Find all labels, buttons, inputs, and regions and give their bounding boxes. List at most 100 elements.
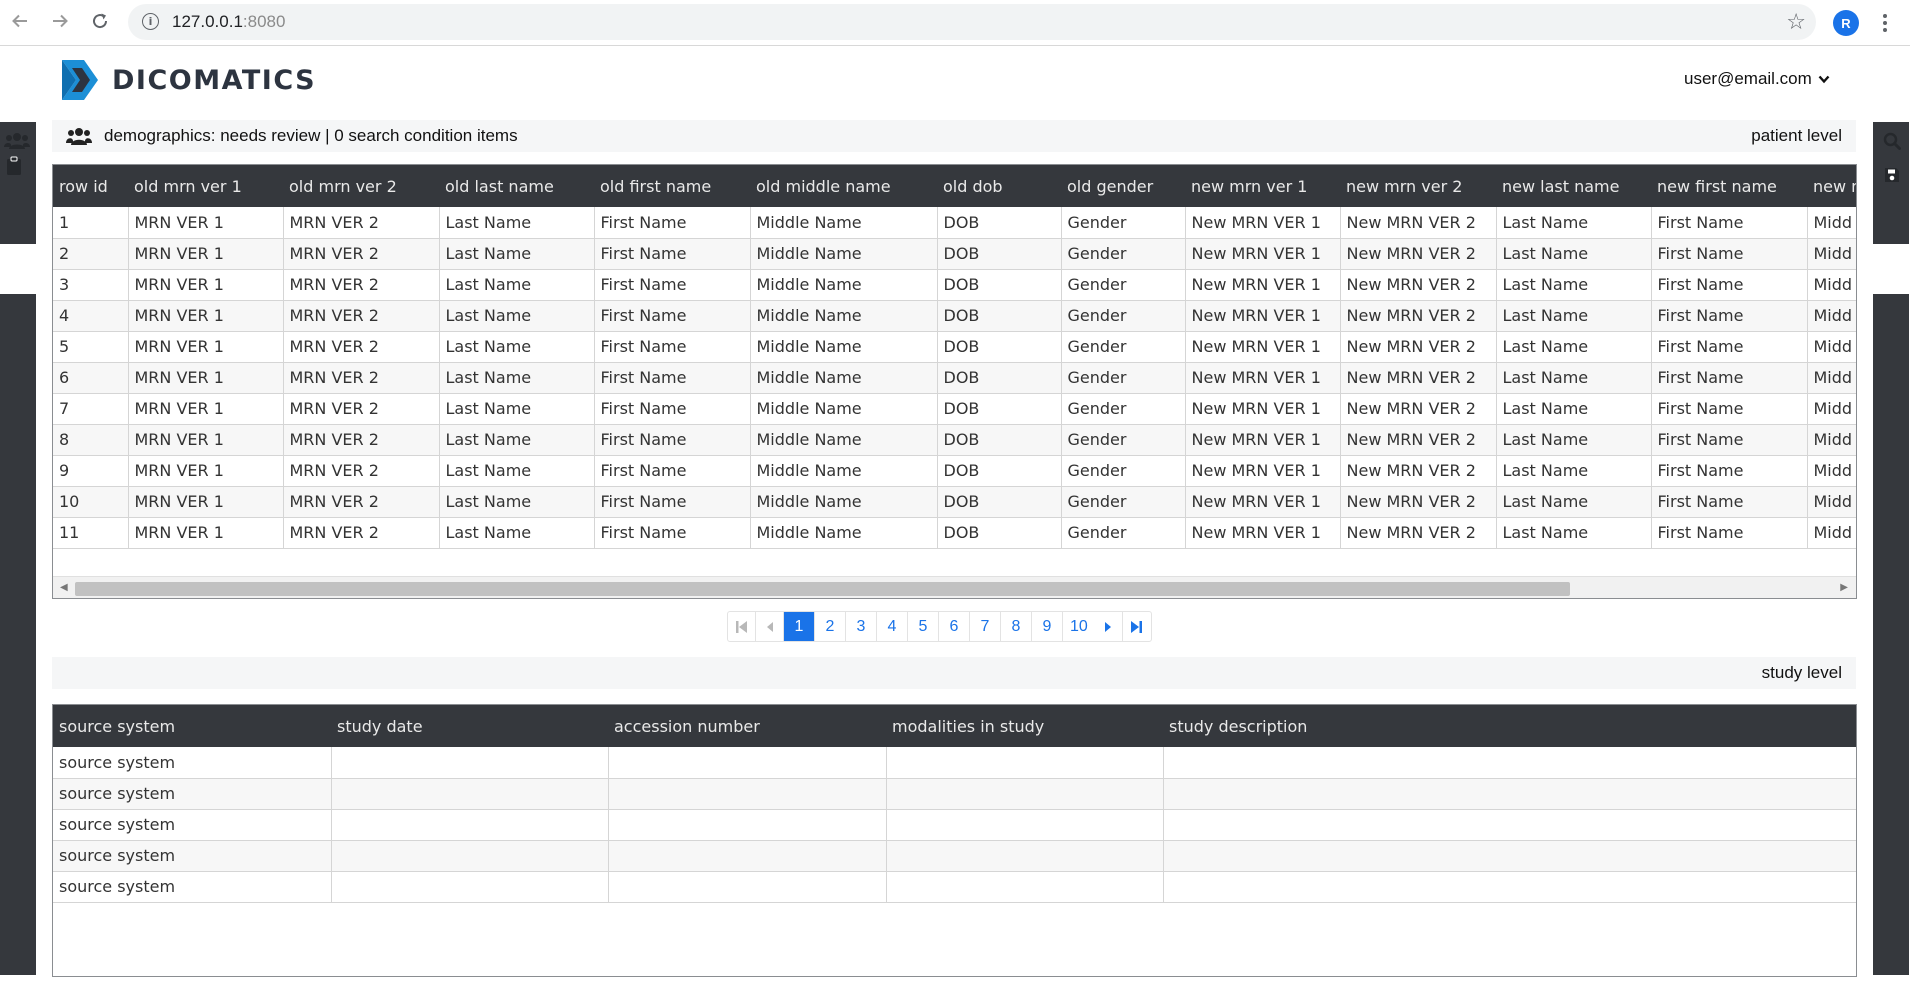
cell-new-last-name: Last Name <box>1496 517 1652 549</box>
clipboard-icon[interactable] <box>6 156 22 181</box>
page-button-3[interactable]: 3 <box>846 612 877 641</box>
site-info-icon[interactable]: i <box>142 13 159 30</box>
bookmark-star-icon[interactable]: ☆ <box>1786 9 1806 35</box>
column-header-old-last-name[interactable]: old last name <box>439 165 594 207</box>
cell-new-mrn-ver-1: New MRN VER 1 <box>1185 455 1341 487</box>
users-icon[interactable] <box>4 132 30 155</box>
scroll-left-icon[interactable]: ◀ <box>60 582 68 593</box>
column-header-new-mrn-ver-1[interactable]: new mrn ver 1 <box>1185 165 1340 207</box>
cell-new-m: Midd <box>1807 331 1856 363</box>
page-button-7[interactable]: 7 <box>970 612 1001 641</box>
cell-old-mrn-ver-2: MRN VER 2 <box>283 455 440 487</box>
cell-old-mrn-ver-1: MRN VER 1 <box>128 238 284 270</box>
table-row[interactable]: 9 MRN VER 1 MRN VER 2 Last Name First Name Mi… <box>53 455 1856 487</box>
cell-old-middle-name: Middle Name <box>750 300 938 332</box>
cell-modalities-in-study <box>886 871 1164 903</box>
cell-old-middle-name: Middle Name <box>750 207 938 239</box>
cell-old-first-name: First Name <box>594 300 751 332</box>
table-row[interactable]: 6 MRN VER 1 MRN VER 2 Last Name First Name Mi… <box>53 362 1856 394</box>
column-header-study-description[interactable]: study description <box>1163 705 1856 747</box>
page-button-8[interactable]: 8 <box>1001 612 1032 641</box>
cell-old-last-name: Last Name <box>439 393 595 425</box>
column-header-old-first-name[interactable]: old first name <box>594 165 750 207</box>
cell-new-m: Midd <box>1807 207 1856 239</box>
last-page-icon[interactable] <box>1123 612 1151 641</box>
save-icon[interactable] <box>1884 167 1900 188</box>
cell-old-mrn-ver-2: MRN VER 2 <box>283 393 440 425</box>
table-row[interactable]: 8 MRN VER 1 MRN VER 2 Last Name First Name Mi… <box>53 424 1856 456</box>
page-button-10[interactable]: 10 <box>1063 612 1095 641</box>
table-row[interactable]: source system <box>53 778 1856 810</box>
next-page-icon[interactable] <box>1095 612 1123 641</box>
column-header-accession-number[interactable]: accession number <box>608 705 886 747</box>
cell-old-middle-name: Middle Name <box>750 269 938 301</box>
cell-old-mrn-ver-1: MRN VER 1 <box>128 331 284 363</box>
horizontal-scrollbar[interactable]: ◀ ▶ <box>53 576 1856 598</box>
right-toolbar-top <box>1873 244 1910 294</box>
column-header-old-middle-name[interactable]: old middle name <box>750 165 937 207</box>
page-button-5[interactable]: 5 <box>908 612 939 641</box>
cell-new-mrn-ver-1: New MRN VER 1 <box>1185 300 1341 332</box>
cell-old-dob: DOB <box>937 300 1062 332</box>
table-row[interactable]: 1 MRN VER 1 MRN VER 2 Last Name First Name Mi… <box>53 207 1856 239</box>
user-menu[interactable]: user@email.com <box>1684 69 1830 89</box>
back-arrow-icon[interactable] <box>8 9 32 33</box>
app-logo[interactable]: DICOMATICS <box>58 58 316 102</box>
column-header-row-id[interactable]: row id <box>53 165 128 207</box>
table-row[interactable]: 5 MRN VER 1 MRN VER 2 Last Name First Name Mi… <box>53 331 1856 363</box>
patient-section-title: demographics: needs review | 0 search co… <box>104 126 518 145</box>
column-header-new-first-name[interactable]: new first name <box>1651 165 1807 207</box>
cell-new-mrn-ver-2: New MRN VER 2 <box>1340 269 1497 301</box>
cell-row-id: 2 <box>53 238 129 270</box>
page-button-9[interactable]: 9 <box>1032 612 1063 641</box>
table-row[interactable]: source system <box>53 840 1856 872</box>
cell-new-mrn-ver-2: New MRN VER 2 <box>1340 207 1497 239</box>
table-row[interactable]: 4 MRN VER 1 MRN VER 2 Last Name First Name Mi… <box>53 300 1856 332</box>
browser-menu-icon[interactable] <box>1878 8 1892 38</box>
page-button-2[interactable]: 2 <box>815 612 846 641</box>
address-bar[interactable]: i 127.0.0.1:8080 ☆ <box>128 4 1816 40</box>
cell-new-last-name: Last Name <box>1496 269 1652 301</box>
cell-old-mrn-ver-2: MRN VER 2 <box>283 207 440 239</box>
forward-arrow-icon[interactable] <box>48 9 72 33</box>
cell-new-last-name: Last Name <box>1496 455 1652 487</box>
patient-level-label: patient level <box>1751 126 1842 145</box>
page-button-1[interactable]: 1 <box>784 612 815 641</box>
chevron-down-icon <box>1818 75 1830 83</box>
table-row[interactable]: 10 MRN VER 1 MRN VER 2 Last Name First Name M… <box>53 486 1856 518</box>
scroll-right-icon[interactable]: ▶ <box>1840 582 1848 593</box>
column-header-new-mrn-ver-2[interactable]: new mrn ver 2 <box>1340 165 1496 207</box>
column-header-new-last-name[interactable]: new last name <box>1496 165 1651 207</box>
table-row[interactable]: source system <box>53 809 1856 841</box>
cell-old-mrn-ver-1: MRN VER 1 <box>128 517 284 549</box>
table-row[interactable]: source system <box>53 871 1856 903</box>
table-row[interactable]: 11 MRN VER 1 MRN VER 2 Last Name First Name M… <box>53 517 1856 549</box>
column-header-modalities-in-study[interactable]: modalities in study <box>886 705 1163 747</box>
cell-new-first-name: First Name <box>1651 207 1808 239</box>
cell-old-last-name: Last Name <box>439 424 595 456</box>
page-button-4[interactable]: 4 <box>877 612 908 641</box>
column-header-old-mrn-ver-2[interactable]: old mrn ver 2 <box>283 165 439 207</box>
cell-row-id: 11 <box>53 517 129 549</box>
scrollbar-thumb[interactable] <box>75 582 1570 596</box>
table-row[interactable]: 2 MRN VER 1 MRN VER 2 Last Name First Name Mi… <box>53 238 1856 270</box>
column-header-study-date[interactable]: study date <box>331 705 608 747</box>
search-icon[interactable] <box>1883 132 1901 155</box>
page-button-6[interactable]: 6 <box>939 612 970 641</box>
table-row[interactable]: source system <box>53 747 1856 779</box>
table-row[interactable]: 7 MRN VER 1 MRN VER 2 Last Name First Name Mi… <box>53 393 1856 425</box>
cell-new-last-name: Last Name <box>1496 393 1652 425</box>
column-header-new-m[interactable]: new m <box>1807 165 1856 207</box>
cell-accession-number <box>608 747 887 779</box>
cell-study-date <box>331 840 609 872</box>
column-header-old-mrn-ver-1[interactable]: old mrn ver 1 <box>128 165 283 207</box>
prev-page-icon[interactable] <box>756 612 784 641</box>
column-header-old-gender[interactable]: old gender <box>1061 165 1185 207</box>
first-page-icon[interactable] <box>728 612 756 641</box>
profile-avatar[interactable]: R <box>1833 10 1859 36</box>
cell-old-first-name: First Name <box>594 424 751 456</box>
column-header-old-dob[interactable]: old dob <box>937 165 1061 207</box>
column-header-source-system[interactable]: source system <box>53 705 331 747</box>
reload-icon[interactable] <box>88 9 112 33</box>
table-row[interactable]: 3 MRN VER 1 MRN VER 2 Last Name First Name Mi… <box>53 269 1856 301</box>
